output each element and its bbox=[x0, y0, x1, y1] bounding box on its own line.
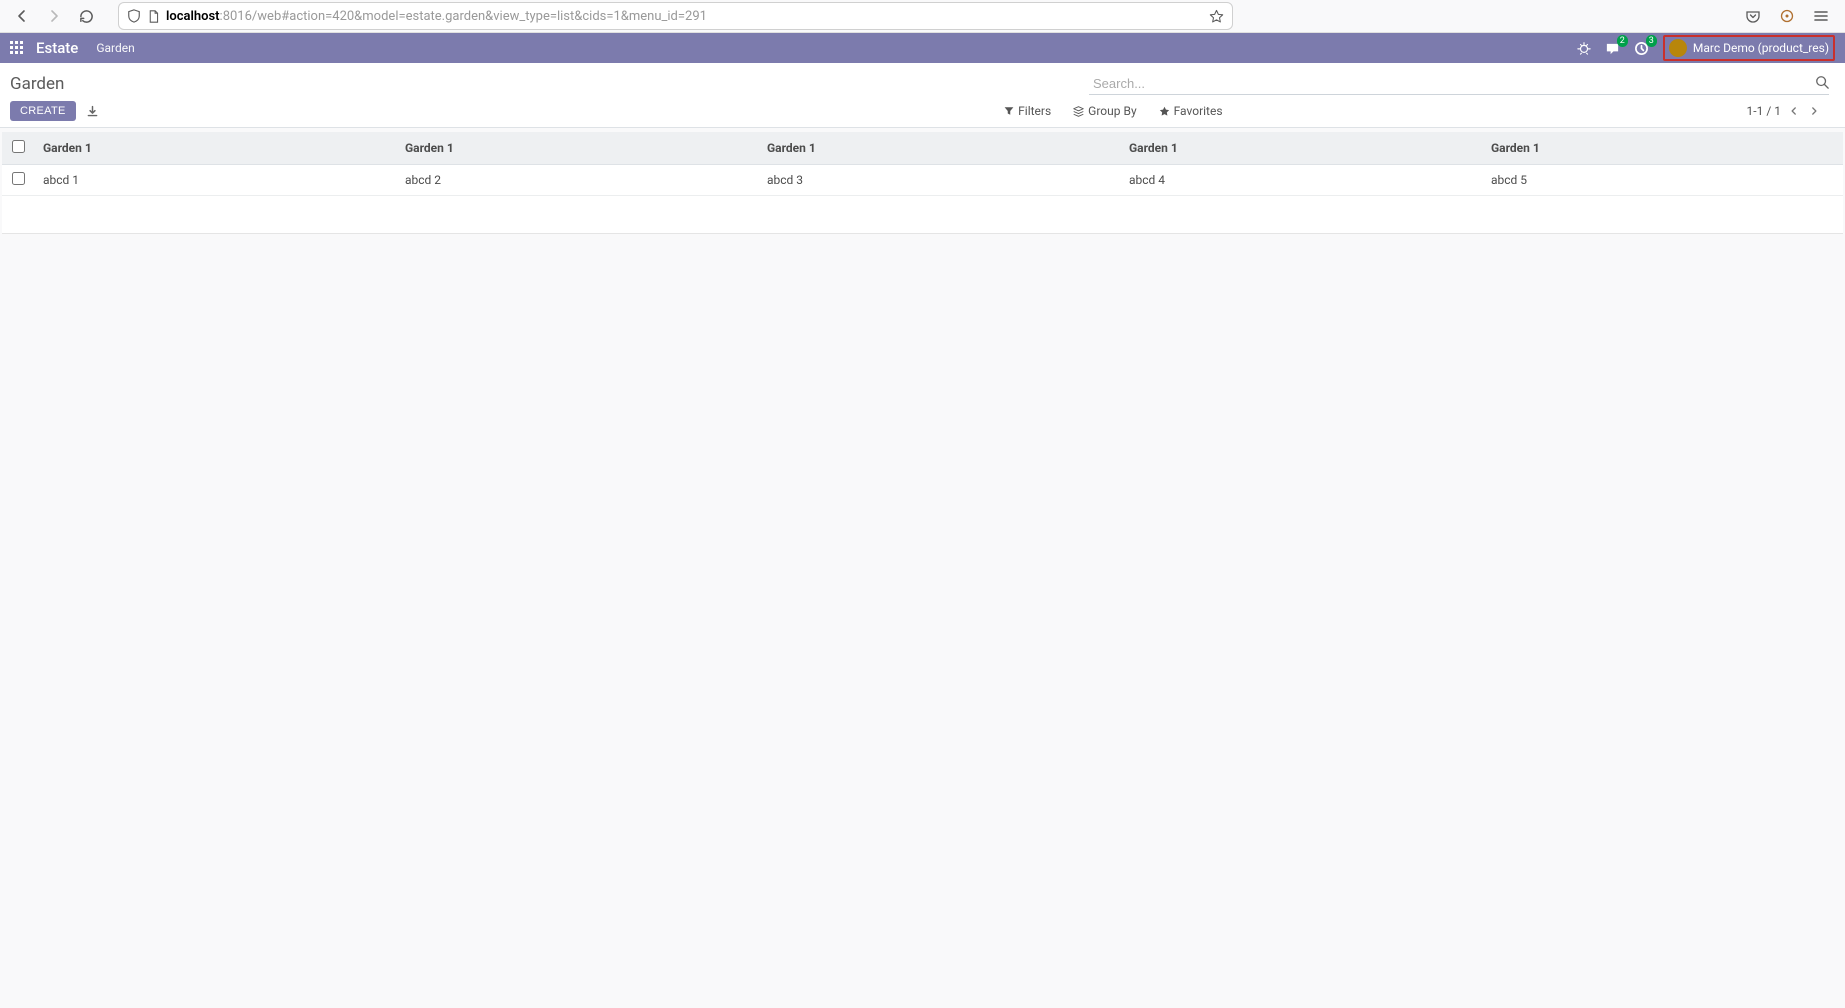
browser-forward-button[interactable] bbox=[40, 2, 68, 30]
cell: abcd 5 bbox=[1481, 165, 1843, 196]
activities-badge: 3 bbox=[1646, 35, 1657, 47]
arrow-right-icon bbox=[46, 8, 62, 24]
column-header[interactable]: Garden 1 bbox=[1481, 132, 1843, 165]
avatar bbox=[1669, 39, 1687, 57]
user-menu[interactable]: Marc Demo (product_res) bbox=[1663, 35, 1835, 61]
reload-icon bbox=[79, 9, 94, 24]
star-icon bbox=[1159, 106, 1170, 117]
arrow-left-icon bbox=[14, 8, 30, 24]
messages-badge: 2 bbox=[1617, 35, 1628, 47]
browser-chrome: localhost:8016/web#action=420&model=esta… bbox=[0, 0, 1845, 33]
groupby-dropdown[interactable]: Group By bbox=[1073, 104, 1136, 118]
list-footer bbox=[2, 196, 1843, 234]
browser-back-button[interactable] bbox=[8, 2, 36, 30]
cell: abcd 2 bbox=[395, 165, 757, 196]
pager-prev-button[interactable] bbox=[1789, 106, 1809, 116]
list-header-row: Garden 1 Garden 1 Garden 1 Garden 1 Gard… bbox=[2, 132, 1843, 165]
row-checkbox[interactable] bbox=[12, 172, 25, 185]
chevron-left-icon bbox=[1789, 106, 1799, 116]
pager-range[interactable]: 1-1 / 1 bbox=[1747, 104, 1781, 118]
pager-next-button[interactable] bbox=[1809, 106, 1829, 116]
control-panel: Garden CREATE Filters Group By Favorites bbox=[0, 63, 1845, 128]
app-navbar: Estate Garden 2 3 Marc Demo (product_res… bbox=[0, 33, 1845, 63]
extension-icon[interactable] bbox=[1777, 6, 1797, 26]
document-icon bbox=[147, 10, 160, 23]
filters-dropdown[interactable]: Filters bbox=[1004, 104, 1051, 118]
select-all-checkbox[interactable] bbox=[12, 140, 25, 153]
download-icon[interactable] bbox=[86, 105, 99, 118]
breadcrumb: Garden bbox=[10, 74, 64, 94]
messages-icon[interactable]: 2 bbox=[1605, 41, 1620, 56]
column-header[interactable]: Garden 1 bbox=[33, 132, 395, 165]
layers-icon bbox=[1073, 106, 1084, 117]
browser-url: localhost:8016/web#action=420&model=esta… bbox=[166, 9, 1209, 24]
shield-icon bbox=[127, 9, 141, 23]
hamburger-menu-icon[interactable] bbox=[1811, 6, 1831, 26]
list-view: Garden 1 Garden 1 Garden 1 Garden 1 Gard… bbox=[2, 132, 1843, 234]
create-button[interactable]: CREATE bbox=[10, 101, 76, 121]
apps-grid-icon[interactable] bbox=[10, 41, 24, 55]
browser-address-bar[interactable]: localhost:8016/web#action=420&model=esta… bbox=[118, 2, 1233, 30]
table-row[interactable]: abcd 1 abcd 2 abcd 3 abcd 4 abcd 5 bbox=[2, 165, 1843, 196]
column-header[interactable]: Garden 1 bbox=[1119, 132, 1481, 165]
funnel-icon bbox=[1004, 106, 1014, 116]
activities-icon[interactable]: 3 bbox=[1634, 41, 1649, 56]
menu-item-garden[interactable]: Garden bbox=[96, 41, 134, 55]
cell: abcd 3 bbox=[757, 165, 1119, 196]
chevron-right-icon bbox=[1809, 106, 1819, 116]
cell: abcd 4 bbox=[1119, 165, 1481, 196]
column-header[interactable]: Garden 1 bbox=[395, 132, 757, 165]
bookmark-star-icon[interactable] bbox=[1209, 9, 1224, 24]
browser-right-icons bbox=[1743, 6, 1837, 26]
cell: abcd 1 bbox=[33, 165, 395, 196]
favorites-dropdown[interactable]: Favorites bbox=[1159, 104, 1223, 118]
browser-reload-button[interactable] bbox=[72, 2, 100, 30]
debug-icon[interactable] bbox=[1577, 41, 1591, 55]
search-input[interactable] bbox=[1089, 73, 1829, 94]
search-icon[interactable] bbox=[1815, 75, 1829, 89]
pocket-icon[interactable] bbox=[1743, 6, 1763, 26]
pager: 1-1 / 1 bbox=[1747, 104, 1829, 118]
column-header[interactable]: Garden 1 bbox=[757, 132, 1119, 165]
search-bar[interactable] bbox=[1089, 73, 1829, 95]
user-display-name: Marc Demo (product_res) bbox=[1693, 41, 1829, 55]
app-title[interactable]: Estate bbox=[36, 39, 78, 57]
